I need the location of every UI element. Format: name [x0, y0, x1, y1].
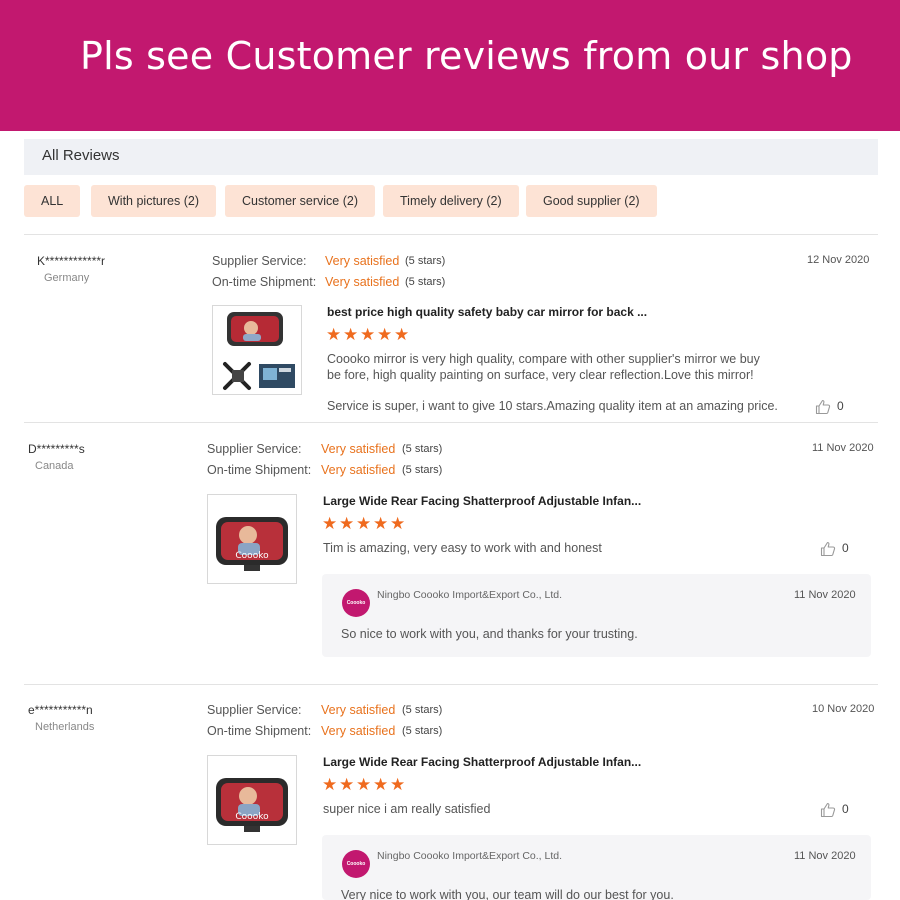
- like-button[interactable]: 0: [815, 399, 844, 417]
- product-title[interactable]: best price high quality safety baby car …: [327, 305, 647, 319]
- on-time-shipment-value: Very satisfied: [321, 463, 396, 477]
- reviewer-country: Germany: [44, 272, 90, 284]
- divider: [24, 422, 878, 423]
- product-title[interactable]: Large Wide Rear Facing Shatterproof Adju…: [323, 494, 641, 508]
- filter-customer-service[interactable]: Customer service (2): [225, 185, 375, 217]
- supplier-service-value: Very satisfied: [321, 703, 396, 717]
- filter-with-pictures[interactable]: With pictures (2): [91, 185, 216, 217]
- supplier-service-stars: (5 stars): [402, 443, 443, 455]
- like-button[interactable]: 0: [820, 802, 849, 820]
- star-icon: ★: [326, 325, 342, 344]
- divider: [24, 234, 878, 235]
- star-icon: ★: [339, 514, 355, 533]
- reply-date: 11 Nov 2020: [794, 589, 856, 601]
- supplier-service-stars: (5 stars): [405, 255, 446, 267]
- like-count: 0: [842, 802, 849, 816]
- supplier-service-label: Supplier Service:: [207, 442, 302, 456]
- star-icon: ★: [339, 775, 355, 794]
- reviewer-country: Canada: [35, 460, 74, 472]
- seller-logo: Coooko: [342, 589, 370, 617]
- star-icon: ★: [322, 514, 338, 533]
- reviewer-country: Netherlands: [35, 721, 95, 733]
- reviews-title: All Reviews: [42, 147, 120, 164]
- supplier-service-stars: (5 stars): [402, 704, 443, 716]
- on-time-shipment-label: On-time Shipment:: [207, 724, 312, 738]
- supplier-service-value: Very satisfied: [325, 254, 400, 268]
- on-time-shipment-stars: (5 stars): [405, 276, 446, 288]
- car-mirror-image: Coooko: [208, 756, 296, 844]
- product-thumbnail[interactable]: Coooko: [207, 494, 297, 584]
- banner: Pls see Customer reviews from our shop: [0, 0, 900, 131]
- thumbnail-brand-text: Coooko: [235, 812, 269, 822]
- reply-text: So nice to work with you, and thanks for…: [341, 627, 638, 641]
- thumbs-up-icon: [820, 802, 836, 818]
- like-button[interactable]: 0: [820, 541, 849, 559]
- thumbnail-brand-text: Coooko: [235, 551, 269, 561]
- filter-all[interactable]: ALL: [24, 185, 81, 217]
- like-count: 0: [842, 541, 849, 555]
- star-icon: ★: [390, 514, 406, 533]
- reviewer-name: D*********s: [28, 442, 85, 456]
- review-date: 11 Nov 2020: [812, 442, 874, 454]
- divider: [24, 684, 878, 685]
- review-text-extra: Service is super, i want to give 10 star…: [327, 399, 778, 413]
- thumbs-up-icon: [815, 399, 831, 415]
- car-mirror-image: Coooko: [208, 495, 296, 583]
- on-time-shipment-value: Very satisfied: [325, 275, 400, 289]
- supplier-service-label: Supplier Service:: [207, 703, 302, 717]
- seller-reply: Coooko Ningbo Coooko Import&Export Co., …: [322, 574, 871, 657]
- review-text: Tim is amazing, very easy to work with a…: [323, 541, 602, 555]
- thumbs-up-icon: [820, 541, 836, 557]
- star-icon: ★: [356, 514, 372, 533]
- product-title[interactable]: Large Wide Rear Facing Shatterproof Adju…: [323, 755, 641, 769]
- seller-logo: Coooko: [342, 850, 370, 878]
- reply-date: 11 Nov 2020: [794, 850, 856, 862]
- star-icon: ★: [360, 325, 376, 344]
- reviews-header: All Reviews: [24, 139, 878, 175]
- star-icon: ★: [390, 775, 406, 794]
- review-date: 10 Nov 2020: [812, 703, 875, 715]
- star-icon: ★: [343, 325, 359, 344]
- on-time-shipment-stars: (5 stars): [402, 725, 443, 737]
- on-time-shipment-label: On-time Shipment:: [207, 463, 312, 477]
- reviewer-name: e***********n: [28, 703, 93, 717]
- star-icon: ★: [394, 325, 410, 344]
- supplier-service-label: Supplier Service:: [212, 254, 307, 268]
- filter-good-supplier[interactable]: Good supplier (2): [526, 185, 657, 217]
- product-thumbnail[interactable]: Coooko: [207, 755, 297, 845]
- banner-title: Pls see Customer reviews from our shop: [80, 34, 853, 78]
- seller-name: Ningbo Coooko Import&Export Co., Ltd.: [377, 850, 563, 862]
- on-time-shipment-label: On-time Shipment:: [212, 275, 317, 289]
- filter-timely-delivery[interactable]: Timely delivery (2): [383, 185, 519, 217]
- review-date: 12 Nov 2020: [807, 254, 870, 266]
- star-icon: ★: [373, 514, 389, 533]
- on-time-shipment-stars: (5 stars): [402, 464, 443, 476]
- reviewer-name: K************r: [37, 254, 106, 268]
- review-text: Coooko mirror is very high quality, comp…: [327, 352, 760, 382]
- like-count: 0: [837, 399, 844, 413]
- reply-text: Very nice to work with you, our team wil…: [341, 888, 674, 900]
- star-icon: ★: [373, 775, 389, 794]
- on-time-shipment-value: Very satisfied: [321, 724, 396, 738]
- supplier-service-value: Very satisfied: [321, 442, 396, 456]
- car-mirror-set-image: [213, 306, 301, 394]
- review-text: super nice i am really satisfied: [323, 802, 491, 816]
- seller-reply: Coooko Ningbo Coooko Import&Export Co., …: [322, 835, 871, 900]
- seller-name: Ningbo Coooko Import&Export Co., Ltd.: [377, 589, 563, 601]
- star-icon: ★: [322, 775, 338, 794]
- product-thumbnail[interactable]: [212, 305, 302, 395]
- star-icon: ★: [356, 775, 372, 794]
- star-icon: ★: [377, 325, 393, 344]
